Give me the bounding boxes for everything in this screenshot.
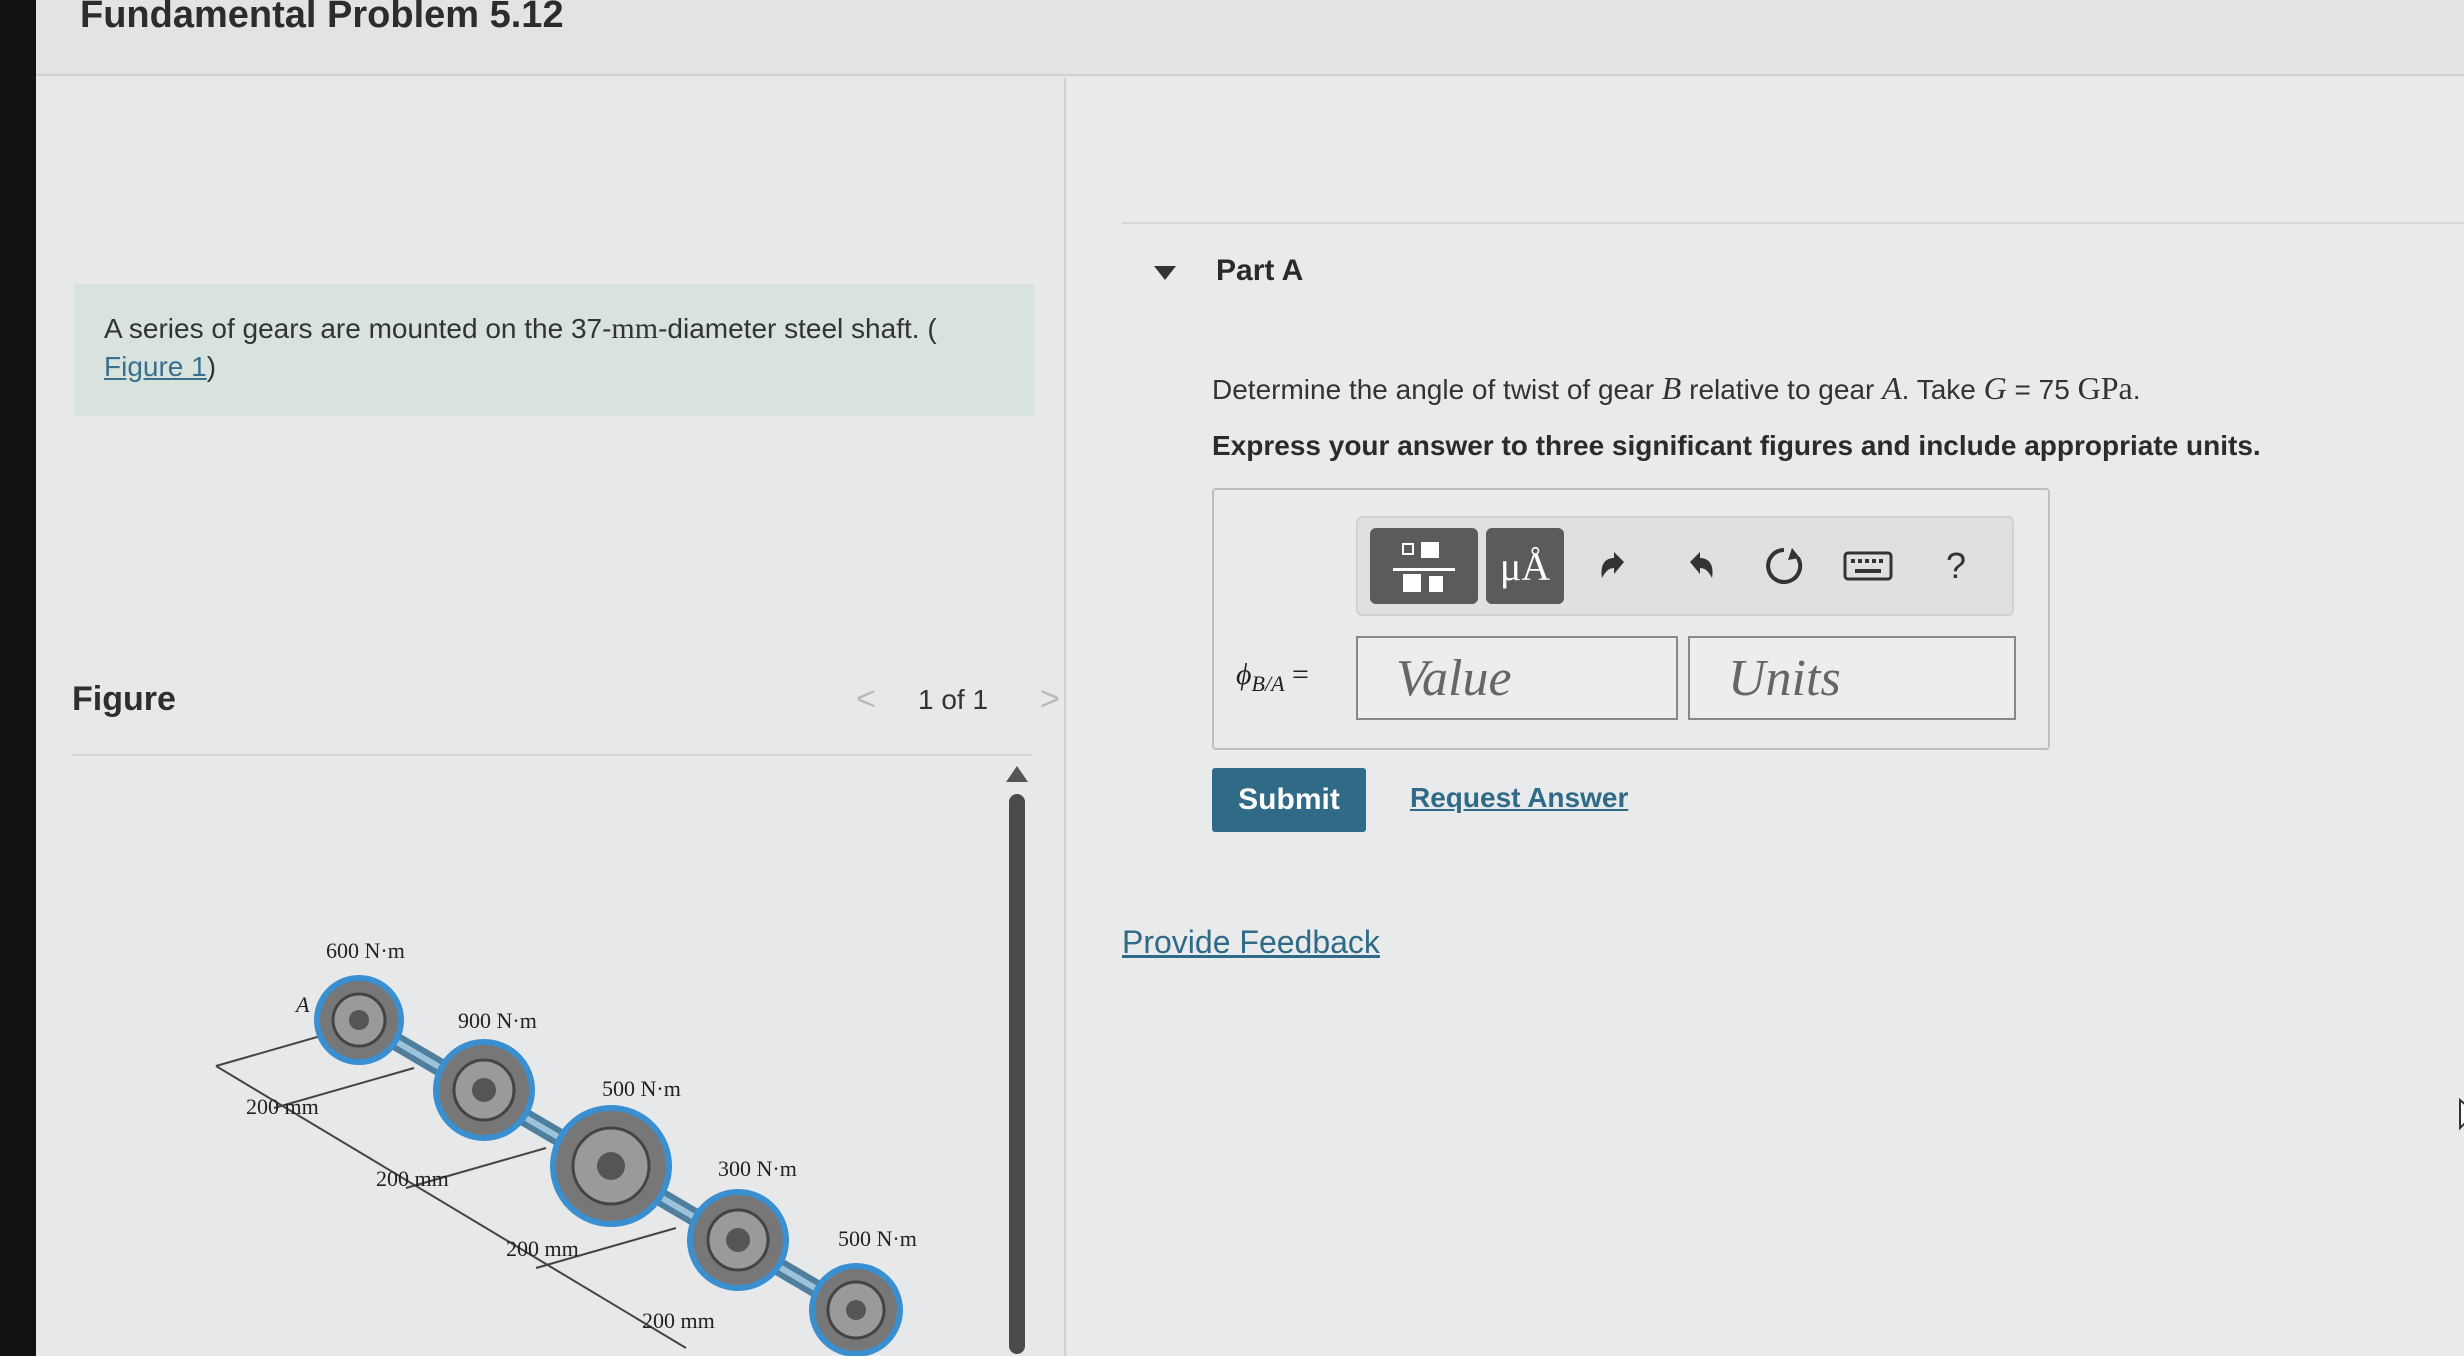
value-input[interactable] — [1356, 636, 1678, 720]
scroll-up-icon[interactable] — [1006, 766, 1028, 782]
phi-symbol: ϕ — [1236, 658, 1252, 691]
gear-3 — [550, 1105, 672, 1227]
answer-label: ϕB/A = — [1236, 658, 1309, 697]
question-text-2: relative to gear — [1681, 374, 1883, 405]
help-button[interactable]: ? — [1926, 536, 1986, 596]
problem-text-close: ) — [206, 351, 217, 382]
part-title[interactable]: Part A — [1216, 254, 1303, 288]
gear-shaft-figure: 600 N·m 900 N·m 500 N·m 300 N·m 500 N·m … — [215, 938, 917, 1356]
provide-feedback-link[interactable]: Provide Feedback — [1122, 924, 1380, 961]
torque-label-5: 500 N·m — [838, 1226, 917, 1251]
figure-scrollbar[interactable] — [1006, 766, 1028, 1356]
question-text: Determine the angle of twist of gear B r… — [1212, 370, 2141, 407]
torque-label-3: 500 N·m — [602, 1076, 681, 1101]
undo-icon[interactable] — [1584, 536, 1644, 596]
next-figure-icon[interactable]: > — [1040, 680, 1060, 719]
math-toolbar: μÅ ? — [1356, 516, 2014, 616]
submit-button[interactable]: Submit — [1212, 768, 1366, 832]
instruction-text: Express your answer to three significant… — [1212, 430, 2261, 461]
problem-statement: A series of gears are mounted on the 37-… — [74, 284, 1034, 416]
figure-divider — [72, 754, 1032, 756]
figure-link[interactable]: Figure 1 — [104, 351, 207, 382]
page-title: Fundamental Problem 5.12 — [80, 0, 564, 36]
scroll-thumb[interactable] — [1009, 794, 1025, 1354]
spacing-label-3: 200 mm — [506, 1236, 579, 1261]
point-a-label: A — [294, 992, 310, 1017]
gear-4 — [687, 1189, 789, 1291]
gear-2 — [433, 1039, 535, 1141]
question-text-5: . — [2132, 374, 2141, 405]
gear-a — [314, 975, 404, 1065]
torque-label-1: 600 N·m — [326, 938, 405, 963]
problem-unit: mm — [611, 312, 659, 345]
equals-sign: = — [1284, 658, 1309, 691]
question-text-3: . Take — [1901, 374, 1984, 405]
screen-bezel — [0, 0, 36, 1356]
spacing-label-1: 200 mm — [246, 1094, 319, 1119]
var-a: A — [1882, 370, 1902, 406]
collapse-caret-icon[interactable] — [1154, 266, 1176, 280]
top-bar: Fundamental Problem 5.12 — [36, 0, 2464, 76]
problem-text: A series of gears are mounted on the 37- — [104, 313, 612, 344]
torque-label-2: 900 N·m — [458, 1008, 537, 1033]
answer-entry-box: μÅ ? ϕB/A = — [1212, 488, 2050, 750]
pager-count: 1 of 1 — [918, 684, 989, 715]
reset-icon[interactable] — [1754, 536, 1814, 596]
point-b-label: B — [806, 1352, 819, 1356]
problem-text-2: -diameter steel shaft. ( — [658, 313, 937, 344]
request-answer-link[interactable]: Request Answer — [1410, 782, 1628, 814]
torque-label-4: 300 N·m — [718, 1156, 797, 1181]
keyboard-icon[interactable] — [1838, 536, 1898, 596]
spacing-label-2: 200 mm — [376, 1166, 449, 1191]
part-divider — [1122, 222, 2464, 224]
prev-figure-icon[interactable]: < — [856, 680, 876, 719]
figure-heading: Figure — [72, 680, 176, 718]
templates-button[interactable] — [1370, 528, 1478, 604]
gear-b — [809, 1263, 903, 1356]
mouse-cursor-icon — [2459, 1098, 2464, 1131]
templates-icon — [1393, 542, 1455, 592]
question-text-1: Determine the angle of twist of gear — [1212, 374, 1662, 405]
unit-gpa: GPa — [2077, 370, 2133, 406]
answer-panel: Part A Determine the angle of twist of g… — [1068, 78, 2464, 1356]
spacing-label-4: 200 mm — [642, 1308, 715, 1333]
var-g: G — [1983, 370, 2007, 406]
var-b: B — [1661, 370, 1682, 406]
problem-panel: A series of gears are mounted on the 37-… — [36, 78, 1066, 1356]
units-input[interactable] — [1688, 636, 2016, 720]
question-text-4: = 75 — [2006, 374, 2078, 405]
phi-subscript: B/A — [1251, 671, 1285, 696]
redo-icon[interactable] — [1670, 536, 1730, 596]
units-button[interactable]: μÅ — [1486, 528, 1564, 604]
